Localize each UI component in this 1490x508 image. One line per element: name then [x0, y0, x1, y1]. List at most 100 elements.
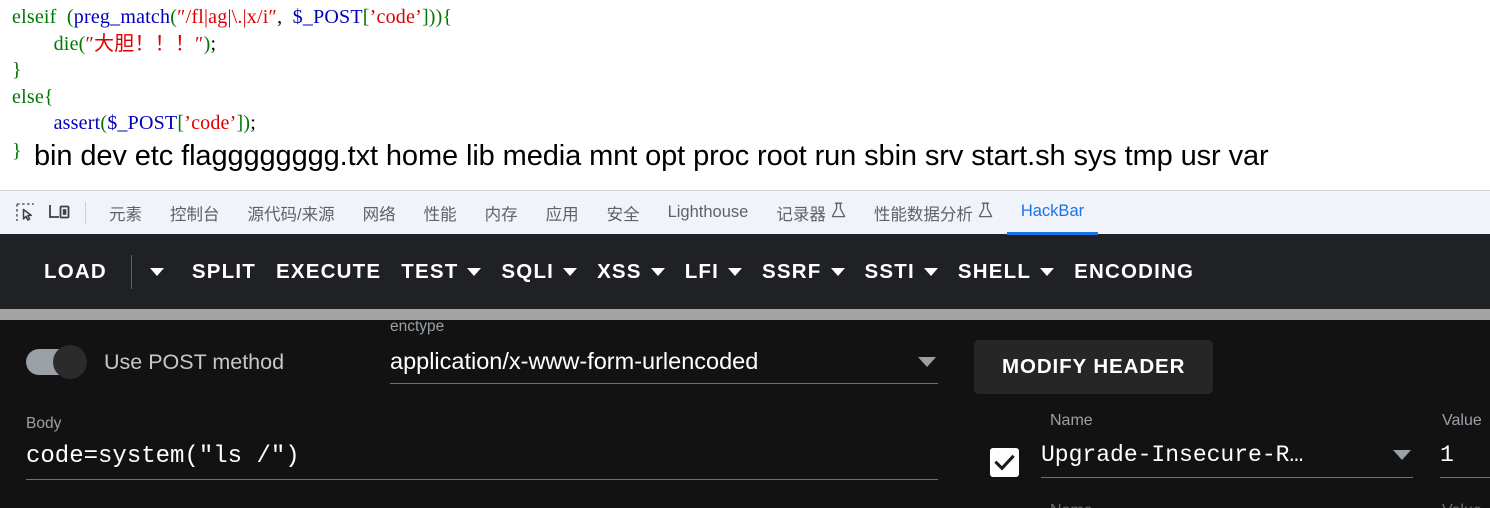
ssrf-button[interactable]: SSRF [752, 248, 854, 296]
encoding-button[interactable]: ENCODING [1064, 248, 1204, 296]
experiment-flask-icon [978, 202, 993, 224]
closing-brace: } [12, 140, 22, 162]
header-enabled-checkbox[interactable] [990, 448, 1019, 477]
enctype-selected-value: application/x-www-form-urlencoded [390, 348, 759, 374]
tab-源代码/来源[interactable]: 源代码/来源 [234, 191, 349, 235]
code-token: ]) [236, 112, 251, 134]
code-token: ’code’ [369, 6, 422, 28]
command-output-listing: bin dev etc flagggggggg.txt home lib med… [34, 140, 1269, 172]
code-token: ; [250, 112, 256, 134]
device-toolbar-icon[interactable] [42, 196, 76, 230]
tab-内存[interactable]: 内存 [471, 191, 532, 235]
code-line: else{ [12, 84, 1490, 111]
tab-label: 应用 [545, 205, 579, 224]
tab-label: HackBar [1020, 201, 1085, 220]
code-line: } [12, 57, 1490, 84]
split-button[interactable]: SPLIT [182, 248, 266, 296]
tab-label: 性能 [423, 205, 457, 224]
use-post-method-toggle[interactable]: Use POST method [26, 346, 284, 378]
header-value-input[interactable]: 1 [1440, 442, 1490, 478]
body-field-group: Body code=system("ls /") [26, 415, 938, 480]
tab-label: 记录器 [776, 205, 826, 224]
body-input[interactable]: code=system("ls /") [26, 443, 938, 480]
column-header-value: Value [1442, 412, 1482, 429]
load-dropdown-button[interactable] [136, 248, 182, 296]
lfi-button[interactable]: LFI [675, 248, 752, 296]
code-token: $_POST [292, 6, 363, 28]
button-label: SSTI [864, 260, 915, 283]
tab-性能数据分析[interactable]: 性能数据分析 [860, 191, 1007, 235]
tab-性能[interactable]: 性能 [410, 191, 471, 235]
button-label: ENCODING [1074, 260, 1195, 283]
tab-label: 内存 [484, 205, 518, 224]
tab-label: 网络 [362, 205, 396, 224]
tab-记录器[interactable]: 记录器 [762, 191, 860, 235]
tab-应用[interactable]: 应用 [532, 191, 593, 235]
toggle-knob [54, 346, 86, 378]
button-label: SQLI [501, 260, 555, 283]
chevron-down-icon [923, 268, 938, 276]
tab-HackBar[interactable]: HackBar [1006, 191, 1099, 235]
experiment-flask-icon [831, 202, 846, 224]
chevron-down-icon [1040, 268, 1055, 276]
button-label: TEST [401, 260, 459, 283]
chevron-down-icon [563, 268, 578, 276]
chevron-down-icon [728, 268, 743, 276]
inspect-element-icon[interactable] [8, 196, 42, 230]
tab-元素[interactable]: 元素 [95, 191, 156, 235]
headers-column: MODIFY HEADER Name Value Upgrade-Insecur… [960, 320, 1490, 508]
tab-网络[interactable]: 网络 [349, 191, 410, 235]
tab-Lighthouse[interactable]: Lighthouse [654, 191, 763, 235]
tab-label: 性能数据分析 [873, 205, 973, 224]
modify-header-button[interactable]: MODIFY HEADER [974, 340, 1214, 394]
tab-label: 源代码/来源 [247, 205, 335, 224]
tab-label: 控制台 [170, 205, 220, 224]
test-button[interactable]: TEST [391, 248, 491, 296]
code-token: } [12, 59, 22, 81]
tab-安全[interactable]: 安全 [593, 191, 654, 235]
shell-button[interactable]: SHELL [948, 248, 1064, 296]
code-token: preg_match [73, 6, 171, 28]
code-token: ″/fl|ag|\.|x/i″ [177, 6, 278, 28]
button-label: SPLIT [191, 260, 256, 283]
column-header-name-next: Name [1050, 502, 1093, 508]
xss-button[interactable]: XSS [587, 248, 675, 296]
horizontal-scrollbar[interactable] [0, 309, 1490, 320]
ssti-button[interactable]: SSTI [855, 248, 948, 296]
button-label: SSRF [762, 260, 822, 283]
chevron-down-icon [149, 268, 164, 276]
execute-button[interactable]: EXECUTE [266, 248, 391, 296]
button-label: XSS [597, 260, 642, 283]
toggle-track [26, 346, 86, 378]
load-button[interactable]: LOAD [34, 248, 117, 296]
body-label: Body [26, 415, 62, 432]
code-token: ’code’ [184, 112, 237, 134]
chevron-down-icon [918, 356, 936, 367]
headers-table-header: Name Value [974, 412, 1490, 436]
code-line: die(″大胆！！！″); [12, 31, 1490, 58]
code-token: $_POST [107, 112, 178, 134]
enctype-label: enctype [390, 318, 445, 335]
sqli-button[interactable]: SQLI [491, 248, 587, 296]
header-value-text: 1 [1440, 442, 1454, 468]
code-token: elseif [12, 6, 57, 28]
table-row: Upgrade-Insecure-R… 1 [974, 436, 1490, 498]
code-token: ])) [421, 6, 443, 28]
code-token: else [12, 85, 44, 108]
code-token: { [43, 85, 54, 108]
tab-控制台[interactable]: 控制台 [156, 191, 234, 235]
code-token: ″大胆！！！″ [85, 32, 204, 55]
headers-table-next-row: Name Value [974, 502, 1490, 508]
devtools-tab-bar: 元素 控制台 源代码/来源 网络 性能 内存 应用 安全 Lighthouse 记录器 性能数据分析… [0, 190, 1490, 235]
tab-label: 安全 [606, 205, 640, 224]
chevron-down-icon [467, 268, 482, 276]
headers-table: Name Value Upgrade-Insecure-R… 1 N [974, 412, 1490, 508]
code-line: elseif (preg_match(″/fl|ag|\.|x/i″, $_PO… [12, 4, 1490, 31]
column-header-name: Name [1050, 412, 1093, 429]
header-name-select[interactable]: Upgrade-Insecure-R… [1041, 442, 1413, 478]
toolbar-divider [130, 255, 132, 289]
code-token: { [442, 6, 453, 28]
enctype-select[interactable]: application/x-www-form-urlencoded [390, 348, 938, 384]
